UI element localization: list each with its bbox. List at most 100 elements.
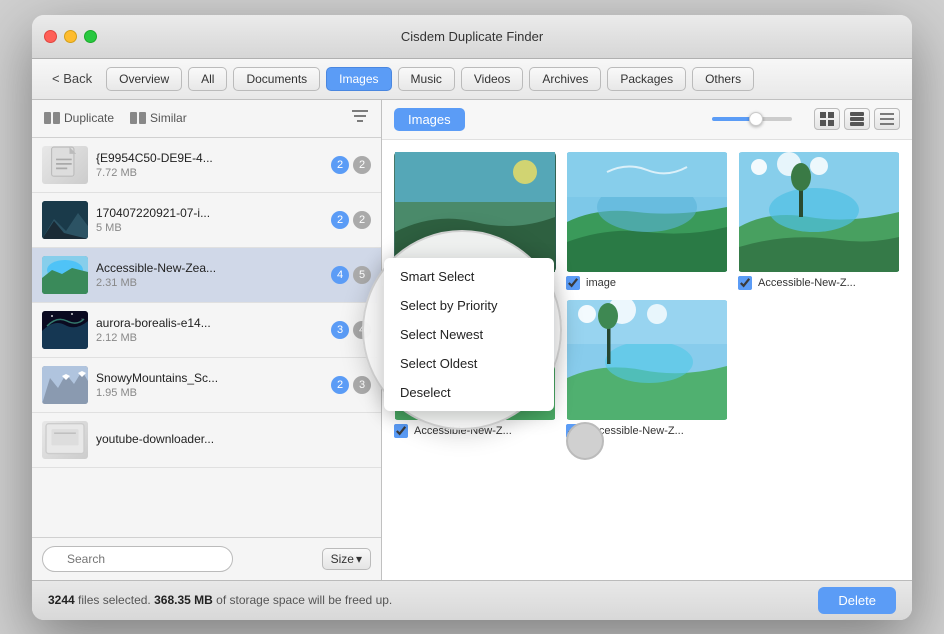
storage-size: 368.35 MB: [154, 593, 213, 607]
filter-button[interactable]: [351, 108, 369, 129]
size-label: Size: [331, 552, 354, 566]
photo-checkbox-2[interactable]: [738, 276, 752, 290]
item-thumbnail: [42, 421, 88, 459]
dropdown-item-deselect[interactable]: Deselect: [384, 378, 554, 407]
view-buttons: [814, 108, 900, 130]
item-info: aurora-borealis-e14... 2.12 MB: [96, 316, 325, 344]
duplicate-icon: [44, 112, 60, 124]
item-thumbnail: [42, 311, 88, 349]
dropdown-menu: Smart Select Select by Priority Select N…: [384, 258, 554, 411]
similar-toggle[interactable]: Similar: [130, 111, 187, 125]
grid-icon: [820, 112, 834, 126]
item-size: 5 MB: [96, 222, 325, 234]
storage-freed-label: of storage space will be freed up.: [216, 593, 392, 607]
minimize-button[interactable]: [64, 30, 77, 43]
tab-overview[interactable]: Overview: [106, 67, 182, 91]
list-item[interactable]: SnowyMountains_Sc... 1.95 MB 2 3: [32, 358, 381, 413]
item-info: 170407220921-07-i... 5 MB: [96, 206, 325, 234]
item-name: 170407220921-07-i...: [96, 206, 325, 220]
magnifier-handle: [558, 414, 612, 468]
titlebar: Cisdem Duplicate Finder: [32, 15, 912, 59]
tab-all[interactable]: All: [188, 67, 227, 91]
item-name: aurora-borealis-e14...: [96, 316, 325, 330]
slider-thumb: [749, 112, 763, 126]
toolbar: < Back Overview All Documents Images Mus…: [32, 59, 912, 100]
list-item[interactable]: {E9954C50-DE9E-4... 7.72 MB 2 2: [32, 138, 381, 193]
item-badges: 2 2: [331, 156, 371, 174]
item-size: 2.12 MB: [96, 332, 325, 344]
tab-music[interactable]: Music: [398, 67, 455, 91]
item-name: youtube-downloader...: [96, 432, 365, 446]
dropdown-item-smart-select[interactable]: Smart Select: [384, 262, 554, 291]
content-area: Duplicate Similar: [32, 100, 912, 580]
list-item[interactable]: Accessible-New-Zea... 2.31 MB 4 5: [32, 248, 381, 303]
zoom-slider[interactable]: [712, 117, 792, 121]
size-dropdown-button[interactable]: Size ▾: [322, 548, 371, 570]
chevron-down-icon: ▾: [356, 552, 362, 566]
tab-videos[interactable]: Videos: [461, 67, 523, 91]
badge-total: 2: [353, 211, 371, 229]
main-window: Cisdem Duplicate Finder < Back Overview …: [32, 15, 912, 620]
item-thumbnail: [42, 146, 88, 184]
item-info: Accessible-New-Zea... 2.31 MB: [96, 261, 325, 289]
item-size: 7.72 MB: [96, 167, 325, 179]
badge-count: 2: [331, 211, 349, 229]
tab-images[interactable]: Images: [326, 67, 391, 91]
slider-container: [712, 117, 792, 121]
badge-count: 3: [331, 321, 349, 339]
item-name: SnowyMountains_Sc...: [96, 371, 325, 385]
main-toolbar: Images: [382, 100, 912, 140]
duplicate-label: Duplicate: [64, 111, 114, 125]
list-icon: [880, 112, 894, 126]
item-thumbnail: [42, 256, 88, 294]
dropdown-item-newest[interactable]: Select Newest: [384, 320, 554, 349]
similar-icon: [130, 112, 146, 124]
item-info: SnowyMountains_Sc... 1.95 MB: [96, 371, 325, 399]
selected-count: 3244: [48, 593, 75, 607]
sidebar-footer: 🔍 Size ▾: [32, 537, 381, 580]
close-button[interactable]: [44, 30, 57, 43]
dropdown-item-by-priority[interactable]: Select by Priority: [384, 291, 554, 320]
tab-documents[interactable]: Documents: [233, 67, 320, 91]
sidebar-list: {E9954C50-DE9E-4... 7.72 MB 2 2: [32, 138, 381, 537]
search-wrapper: 🔍: [42, 546, 316, 572]
duplicate-toggle[interactable]: Duplicate: [44, 111, 114, 125]
badge-count: 4: [331, 266, 349, 284]
item-name: Accessible-New-Zea...: [96, 261, 325, 275]
filmstrip-icon: [850, 112, 864, 126]
search-input[interactable]: [42, 546, 233, 572]
list-item[interactable]: youtube-downloader...: [32, 413, 381, 468]
sidebar: Duplicate Similar: [32, 100, 382, 580]
dropdown-item-oldest[interactable]: Select Oldest: [384, 349, 554, 378]
maximize-button[interactable]: [84, 30, 97, 43]
list-item[interactable]: 170407220921-07-i... 5 MB 2 2: [32, 193, 381, 248]
sidebar-header: Duplicate Similar: [32, 100, 381, 138]
item-thumbnail: [42, 366, 88, 404]
tab-packages[interactable]: Packages: [607, 67, 686, 91]
filter-icon: [351, 108, 369, 124]
filmstrip-view-button[interactable]: [844, 108, 870, 130]
photo-label-row: Accessible-New-Z...: [738, 276, 900, 290]
badge-total: 2: [353, 156, 371, 174]
tab-others[interactable]: Others: [692, 67, 754, 91]
list-item[interactable]: aurora-borealis-e14... 2.12 MB 3 4: [32, 303, 381, 358]
badge-count: 2: [331, 156, 349, 174]
grid-view-button[interactable]: [814, 108, 840, 130]
bottom-bar: 3244 files selected. 368.35 MB of storag…: [32, 580, 912, 620]
delete-button[interactable]: Delete: [818, 587, 896, 614]
photo-item: Accessible-New-Z...: [738, 152, 900, 290]
item-size: 2.31 MB: [96, 277, 325, 289]
list-view-button[interactable]: [874, 108, 900, 130]
item-info: youtube-downloader...: [96, 432, 365, 448]
photo-svg: [738, 152, 900, 272]
item-size: 1.95 MB: [96, 387, 325, 399]
badge-count: 2: [331, 376, 349, 394]
files-selected-label: files selected.: [78, 593, 151, 607]
back-button[interactable]: < Back: [44, 69, 100, 88]
photo-label: Accessible-New-Z...: [758, 277, 856, 289]
tab-archives[interactable]: Archives: [529, 67, 601, 91]
status-text: 3244 files selected. 368.35 MB of storag…: [48, 593, 392, 607]
item-badges: 2 2: [331, 211, 371, 229]
images-indicator: Images: [394, 108, 465, 131]
traffic-lights: [44, 30, 97, 43]
